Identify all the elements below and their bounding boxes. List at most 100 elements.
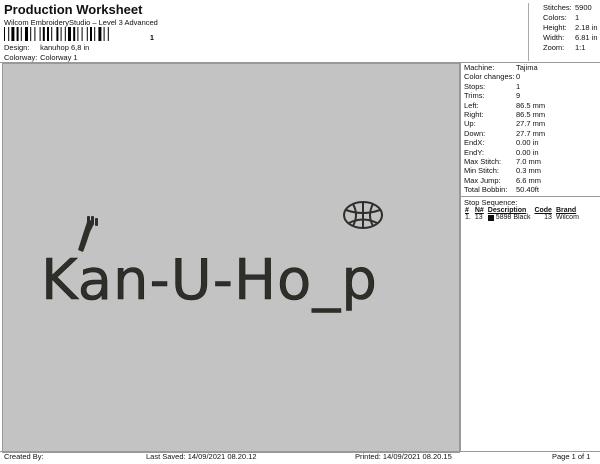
footer-last-saved: Last Saved: 14/09/2021 08.20.12 bbox=[146, 452, 257, 461]
machine-label: Total Bobbin: bbox=[464, 185, 508, 195]
table-header: # N# Description Code Brand bbox=[465, 207, 577, 215]
machine-value: 0.00 in bbox=[516, 138, 539, 148]
basketball-icon bbox=[343, 201, 383, 229]
machine-label: Stops: bbox=[464, 81, 486, 91]
barcode-bar bbox=[20, 27, 22, 41]
design-label: Design: bbox=[4, 43, 30, 52]
machine-value: 0 bbox=[516, 72, 521, 82]
colorway-label: Colorway: bbox=[4, 53, 38, 62]
machine-info-panel: Machine: Tajima Color changes: 0 Stops: 1 Trim… bbox=[460, 63, 600, 451]
machine-row: Min Stitch: 0.3 mm bbox=[461, 166, 600, 175]
machine-label: Trims: bbox=[464, 91, 485, 101]
barcode-bar bbox=[16, 27, 19, 41]
barcode-mark: 1 bbox=[150, 35, 154, 41]
machine-label: EndY: bbox=[464, 147, 485, 157]
design-value: kanuhop 6,8 in bbox=[40, 43, 90, 52]
machine-value: 0.3 mm bbox=[516, 166, 542, 176]
machine-row: Max Jump: 6.6 mm bbox=[461, 176, 600, 185]
barcode-bar bbox=[4, 27, 5, 41]
machine-value: 9 bbox=[516, 91, 521, 101]
barcode-bar bbox=[68, 27, 71, 41]
barcode: 1 bbox=[4, 27, 154, 41]
stop-sequence-table: # N# Description Code Brand 1. 13 5898 B… bbox=[463, 207, 581, 221]
stat-stitches: Stitches: 5900 bbox=[543, 3, 592, 12]
barcode-bar bbox=[56, 27, 59, 41]
barcode-bar bbox=[8, 27, 10, 41]
page-title: Production Worksheet bbox=[4, 2, 143, 17]
machine-label: Down: bbox=[464, 128, 486, 138]
machine-row: Trims: 9 bbox=[461, 91, 600, 100]
footer-page: Page 1 of 1 bbox=[552, 452, 591, 461]
machine-label: Color changes: bbox=[464, 72, 515, 82]
machine-row: Total Bobbin: 50.40ft bbox=[461, 185, 600, 194]
machine-label: EndX: bbox=[464, 138, 485, 148]
machine-label: Right: bbox=[464, 109, 484, 119]
machine-value: 27.7 mm bbox=[516, 128, 546, 138]
stat-width: Width: 6.81 in bbox=[543, 33, 598, 42]
software-name: Wilcom EmbroideryStudio – Level 3 Advanc… bbox=[4, 18, 158, 27]
machine-value: 7.0 mm bbox=[516, 156, 542, 166]
machine-value: 1 bbox=[516, 81, 521, 91]
barcode-bar bbox=[39, 27, 41, 41]
barcode-bar bbox=[81, 27, 83, 41]
machine-row: EndY: 0.00 in bbox=[461, 148, 600, 157]
machine-row: Stops: 1 bbox=[461, 82, 600, 91]
colorway-row: Colorway: Colorway 1 bbox=[4, 53, 78, 62]
machine-value: 86.5 mm bbox=[516, 109, 546, 119]
machine-label: Min Stitch: bbox=[464, 166, 500, 176]
barcode-bar bbox=[25, 27, 28, 41]
barcode-bar bbox=[103, 27, 105, 41]
barcode-bar bbox=[11, 27, 15, 41]
barcode-bar bbox=[30, 27, 32, 41]
machine-row: Right: 86.5 mm bbox=[461, 110, 600, 119]
colorway-value: Colorway 1 bbox=[40, 53, 78, 62]
machine-value: Tajima bbox=[516, 63, 538, 72]
machine-value: 27.7 mm bbox=[516, 119, 546, 129]
machine-row: EndX: 0.00 in bbox=[461, 138, 600, 147]
stat-zoom: Zoom: 1:1 bbox=[543, 43, 586, 52]
footer-printed: Printed: 14/09/2021 08.20.15 bbox=[355, 452, 452, 461]
stop-sequence-title: Stop Sequence: bbox=[464, 198, 518, 208]
machine-label: Max Stitch: bbox=[464, 156, 502, 166]
barcode-bar bbox=[51, 27, 53, 41]
stat-colors: Colors: 1 bbox=[543, 13, 580, 22]
machine-row: Up: 27.7 mm bbox=[461, 119, 600, 128]
barcode-bar bbox=[90, 27, 92, 41]
machine-label: Machine: bbox=[464, 63, 495, 72]
design-preview: Kan-U-Ho_p bbox=[2, 63, 460, 453]
stop-sequence: Stop Sequence: # N# Description Code Bra… bbox=[461, 196, 600, 221]
footer-divider bbox=[0, 451, 600, 452]
machine-row: Max Stitch: 7.0 mm bbox=[461, 157, 600, 166]
footer-created-by: Created By: bbox=[4, 452, 44, 461]
barcode-bar bbox=[98, 27, 102, 41]
barcode-bar bbox=[47, 27, 49, 41]
barcode-bar bbox=[94, 27, 96, 41]
hand-icon bbox=[78, 216, 98, 252]
barcode-bar bbox=[107, 27, 109, 41]
barcode-bar bbox=[73, 27, 76, 41]
barcode-bar bbox=[64, 27, 66, 41]
thread-swatch bbox=[487, 214, 494, 221]
embroidery-artwork: Kan-U-Ho_p bbox=[41, 201, 383, 313]
machine-value: 86.5 mm bbox=[516, 100, 546, 110]
table-row: 1. 13 5898 Black 13 Wilcom bbox=[465, 214, 579, 222]
machine-row: Left: 86.5 mm bbox=[461, 101, 600, 110]
barcode-bar bbox=[42, 27, 45, 41]
machine-row: Color changes: 0 bbox=[461, 72, 600, 81]
barcode-bar bbox=[77, 27, 79, 41]
machine-label: Up: bbox=[464, 119, 476, 129]
design-lettering: Kan-U-Ho_p bbox=[41, 248, 378, 313]
stat-height: Height: 2.18 in bbox=[543, 23, 598, 32]
machine-value: 6.6 mm bbox=[516, 175, 542, 185]
machine-value: 50.40ft bbox=[516, 185, 539, 195]
machine-label: Max Jump: bbox=[464, 175, 501, 185]
barcode-bar bbox=[60, 27, 62, 41]
machine-row: Machine: Tajima bbox=[461, 63, 600, 72]
machine-row: Down: 27.7 mm bbox=[461, 129, 600, 138]
machine-value: 0.00 in bbox=[516, 147, 539, 157]
barcode-bar bbox=[34, 27, 36, 41]
design-row: Design: kanuhop 6,8 in bbox=[4, 43, 89, 52]
machine-label: Left: bbox=[464, 100, 479, 110]
stats-panel: Stitches: 5900 Colors: 1 Height: 2.18 in Wi… bbox=[528, 3, 598, 61]
barcode-bar bbox=[86, 27, 88, 41]
